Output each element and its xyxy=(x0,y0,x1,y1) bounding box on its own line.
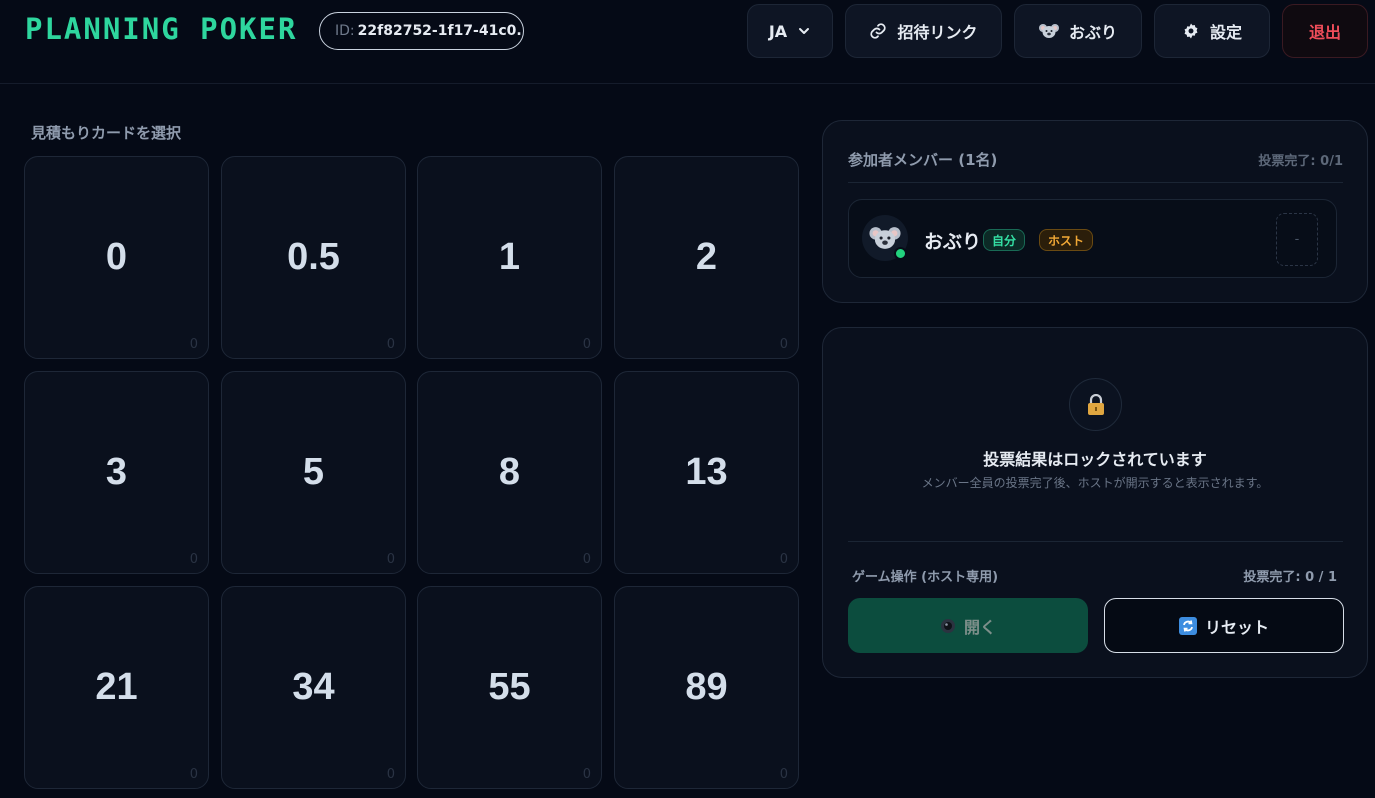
card-value: 3 xyxy=(105,451,128,493)
language-select[interactable]: JA xyxy=(747,4,833,58)
exit-button[interactable]: 退出 xyxy=(1282,4,1368,58)
card-value: 1 xyxy=(498,236,521,278)
estimate-card[interactable]: 30 xyxy=(24,371,209,574)
link-icon xyxy=(870,23,887,39)
reset-button-label: リセット xyxy=(1204,617,1269,637)
card-vote-count: 0 xyxy=(582,337,591,352)
refresh-icon xyxy=(1178,616,1197,635)
card-vote-count: 0 xyxy=(779,767,788,782)
estimate-card[interactable]: 34 0 xyxy=(221,586,406,789)
estimate-card[interactable]: 80 xyxy=(417,371,602,574)
divider xyxy=(848,182,1343,183)
app-logo: PLANNING POKER xyxy=(25,12,298,46)
room-id-label: ID: xyxy=(335,23,355,39)
members-panel: 参加者メンバー (1名) 投票完了: 0/1 おぶり 自分 ホスト - xyxy=(822,120,1368,303)
card-value: 89 xyxy=(685,666,728,708)
open-button[interactable]: 開く xyxy=(848,598,1088,653)
card-vote-count: 0 xyxy=(779,337,788,352)
invite-link-button[interactable]: 招待リンク xyxy=(845,4,1002,58)
header: PLANNING POKER ID: 22f82752-1f17-41c0...… xyxy=(0,0,1375,84)
exit-label: 退出 xyxy=(1308,23,1341,42)
user-name-label: おぶり xyxy=(1068,23,1117,42)
card-vote-count: 0 xyxy=(386,337,395,352)
estimate-card[interactable]: 21 0 xyxy=(24,586,209,789)
estimate-card[interactable]: 00 xyxy=(24,156,209,359)
chevron-down-icon xyxy=(799,28,810,34)
card-vote-count: 0 xyxy=(386,767,395,782)
estimate-card[interactable]: 55 0 xyxy=(417,586,602,789)
open-button-label: 開く xyxy=(963,617,996,637)
card-value: 0 xyxy=(105,236,128,278)
card-vote-count: 0 xyxy=(386,552,395,567)
card-vote-count: 0 xyxy=(189,552,198,567)
lock-badge xyxy=(1069,378,1122,431)
members-vote-status: 投票完了: 0/1 xyxy=(1258,154,1343,169)
settings-button[interactable]: 設定 xyxy=(1154,4,1270,58)
self-badge: 自分 xyxy=(983,229,1026,251)
lock-icon xyxy=(1087,393,1104,415)
card-vote-count: 0 xyxy=(582,552,591,567)
card-vote-count: 0 xyxy=(189,767,198,782)
card-value: 8 xyxy=(498,451,521,493)
card-value: 21 xyxy=(95,666,138,708)
estimate-card[interactable]: 13 0 xyxy=(614,371,799,574)
estimate-card[interactable]: 50 xyxy=(221,371,406,574)
card-value: 55 xyxy=(488,666,531,708)
estimate-card[interactable]: 10 xyxy=(417,156,602,359)
room-id-value: 22f82752-1f17-41c0... xyxy=(357,23,524,39)
eye-icon xyxy=(940,618,955,633)
card-vote-count: 0 xyxy=(582,767,591,782)
results-panel: 投票結果はロックされています メンバー全員の投票完了後、ホストが開示すると表示さ… xyxy=(822,327,1368,678)
card-value: 0.5 xyxy=(287,236,340,278)
card-value: 2 xyxy=(695,236,718,278)
language-label: JA xyxy=(768,21,788,41)
estimate-card[interactable]: 20 xyxy=(614,156,799,359)
locked-description: メンバー全員の投票完了後、ホストが開示すると表示されます。 xyxy=(921,476,1269,490)
game-ops-title: ゲーム操作 (ホスト専用) xyxy=(852,570,999,585)
estimate-card[interactable]: 89 0 xyxy=(614,586,799,789)
member-vote-slot: - xyxy=(1276,213,1318,266)
members-title: 参加者メンバー (1名) xyxy=(848,151,998,169)
card-vote-count: 0 xyxy=(189,337,198,352)
gear-icon xyxy=(1184,23,1198,39)
card-value: 13 xyxy=(685,451,728,493)
game-ops-vote-status: 投票完了: 0 / 1 xyxy=(1243,570,1337,585)
reset-button[interactable]: リセット xyxy=(1104,598,1344,653)
divider xyxy=(848,541,1343,542)
card-value: 5 xyxy=(302,451,325,493)
member-row: おぶり 自分 ホスト - xyxy=(848,199,1337,278)
online-status-dot xyxy=(894,247,907,260)
card-value: 34 xyxy=(292,666,335,708)
member-name: おぶり xyxy=(924,231,982,253)
card-vote-count: 0 xyxy=(779,552,788,567)
settings-label: 設定 xyxy=(1209,23,1242,42)
host-badge: ホスト xyxy=(1039,229,1094,251)
invite-link-label: 招待リンク xyxy=(897,23,978,42)
koala-icon xyxy=(1038,24,1059,38)
room-id-pill[interactable]: ID: 22f82752-1f17-41c0... xyxy=(319,12,524,50)
card-select-title: 見積もりカードを選択 xyxy=(31,124,182,142)
user-profile-button[interactable]: おぶり xyxy=(1014,4,1142,58)
locked-title: 投票結果はロックされています xyxy=(983,450,1207,469)
estimate-card[interactable]: 0.5 0 xyxy=(221,156,406,359)
